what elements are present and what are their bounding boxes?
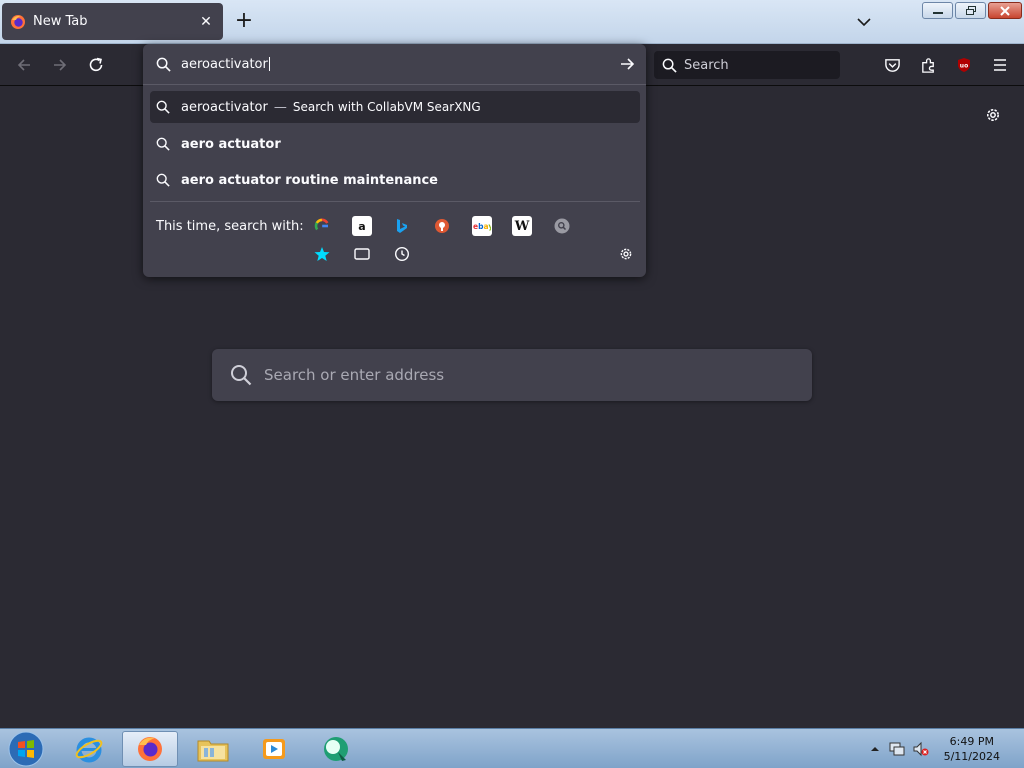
restore-icon [965,5,976,15]
divider [143,84,646,85]
system-tray: 6:49 PM 5/11/2024 [868,729,1024,768]
minimize-button[interactable] [922,2,953,19]
suggestion-text: aero actuator [181,136,281,152]
ublock-origin-icon: uo [958,58,970,72]
suggestion-separator: — [273,99,287,115]
taskbar-internet-explorer[interactable] [61,731,117,767]
reload-button[interactable] [86,55,106,75]
green-circle-app-icon [324,737,348,761]
close-tab-icon[interactable]: ✕ [197,13,215,31]
history-icon[interactable] [392,244,412,264]
ebay-icon[interactable]: ebay [472,216,492,236]
suggestion-row-search[interactable]: aeroactivator — Search with CollabVM Sea… [150,91,640,123]
svg-text:ebay: ebay [473,222,491,231]
clock-time: 6:49 PM [949,735,994,748]
taskbar-media-player[interactable] [246,731,302,767]
firefox-icon [138,737,162,761]
extensions-button[interactable] [918,55,938,75]
searxng-icon[interactable] [552,216,572,236]
tab-strip: New Tab ✕ + [0,0,1024,44]
search-icon [156,100,170,114]
firefox-icon [11,14,25,29]
internet-explorer-icon [75,737,103,763]
windows-taskbar: 6:49 PM 5/11/2024 [0,728,1024,768]
page-search-placeholder: Search or enter address [264,366,445,384]
search-icon [156,57,171,72]
puzzle-icon [921,57,934,73]
new-tab-button[interactable]: + [232,10,256,34]
toolbar-search-field[interactable]: Search [654,51,840,79]
search-icon [156,137,170,151]
window-controls [922,2,1022,19]
forward-arrow-icon [54,59,67,71]
duckduckgo-icon[interactable] [432,216,452,236]
amazon-icon[interactable]: a [352,216,372,236]
search-icon [156,173,170,187]
taskbar-firefox[interactable] [122,731,178,767]
show-hidden-icons-icon[interactable] [868,742,882,756]
address-bar-text: aeroactivator [181,56,268,72]
suggestion-text: aero actuator routine maintenance [181,172,438,188]
bookmarks-icon[interactable] [312,244,332,264]
media-player-icon [263,739,285,759]
list-all-tabs-icon[interactable] [852,12,876,32]
search-icon [662,58,677,73]
ublock-origin-button[interactable]: uo [954,55,974,75]
app-menu-button[interactable] [990,55,1010,75]
minimize-icon [932,11,943,14]
bing-icon[interactable] [392,216,412,236]
urlbar-dropdown: aeroactivator aeroactivator — Search wit… [143,44,646,277]
taskbar-app[interactable] [308,731,364,767]
pocket-icon [884,58,900,72]
clock-date: 5/11/2024 [943,750,1000,763]
google-icon[interactable] [312,216,332,236]
network-icon[interactable] [888,740,906,758]
search-settings-gear-icon[interactable] [616,244,636,264]
address-bar-input[interactable]: aeroactivator [143,44,646,84]
go-arrow-icon[interactable] [618,55,636,73]
reload-icon [89,57,103,72]
windows-start-icon [8,731,44,767]
tab-new-tab[interactable]: New Tab ✕ [2,3,223,40]
divider [150,201,640,202]
folder-icon [197,740,229,762]
volume-muted-icon[interactable] [912,740,930,758]
pocket-button[interactable] [882,55,902,75]
hamburger-menu-icon [994,59,1006,71]
back-arrow-icon [17,59,30,71]
tabs-icon[interactable] [352,244,372,264]
taskbar-file-explorer[interactable] [185,731,241,767]
page-search-field[interactable]: Search or enter address [212,349,812,401]
suggestion-row[interactable]: aero actuator [150,128,640,160]
toolbar-search-placeholder: Search [684,57,729,73]
forward-button[interactable] [50,55,70,75]
suggestion-text: aeroactivator [181,99,268,115]
close-icon [1000,5,1010,16]
suggestion-action: Search with CollabVM SearXNG [292,100,481,114]
taskbar-clock[interactable]: 6:49 PM 5/11/2024 [944,734,1000,764]
search-icon [231,365,252,386]
close-window-button[interactable] [988,2,1022,19]
suggestion-row[interactable]: aero actuator routine maintenance [150,164,640,196]
back-button[interactable] [14,55,34,75]
text-cursor [268,57,270,71]
svg-text:uo: uo [960,63,968,70]
tab-title: New Tab [33,14,88,29]
restore-button[interactable] [955,2,986,19]
personalize-gear-icon[interactable] [984,106,1002,124]
wikipedia-icon[interactable]: W [512,216,532,236]
one-off-search-label: This time, search with: [156,219,304,234]
start-button[interactable] [0,731,52,767]
